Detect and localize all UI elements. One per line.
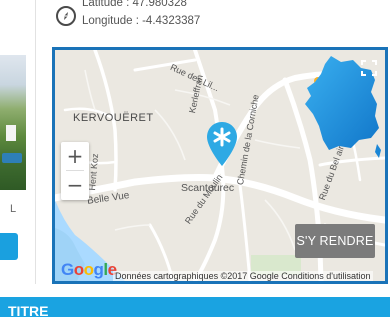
google-letter: g <box>93 260 104 279</box>
zoom-out-button[interactable]: − <box>61 171 89 199</box>
thumbnail-photo[interactable] <box>0 55 26 190</box>
fullscreen-icon[interactable] <box>361 60 377 76</box>
directions-button[interactable]: S'Y RENDRE <box>295 224 375 258</box>
left-action-button[interactable] <box>0 233 18 260</box>
google-letter: o <box>73 260 84 279</box>
map-credit-text[interactable]: Données cartographiques ©2017 Google Con… <box>113 271 373 281</box>
bottom-banner <box>0 297 390 317</box>
map-widget[interactable]: KERVOUËRET Scantourec Belle Vue Rue du M… <box>52 47 388 284</box>
longitude-text: Longitude : -4.4323387 <box>82 15 201 27</box>
map-label-kervoueret: KERVOUËRET <box>73 112 154 124</box>
google-letter: G <box>61 260 74 279</box>
map-marker-icon[interactable] <box>205 120 239 168</box>
google-letter: o <box>83 260 94 279</box>
google-logo[interactable]: Google <box>61 260 117 280</box>
left-partial-text: L <box>10 203 17 215</box>
left-column: L <box>0 0 26 317</box>
compass-icon <box>56 6 76 26</box>
column-divider <box>35 0 36 284</box>
zoom-control: + − <box>61 142 89 200</box>
zoom-in-button[interactable]: + <box>61 142 89 170</box>
latitude-text: Latitude : 47.980328 <box>82 0 187 9</box>
